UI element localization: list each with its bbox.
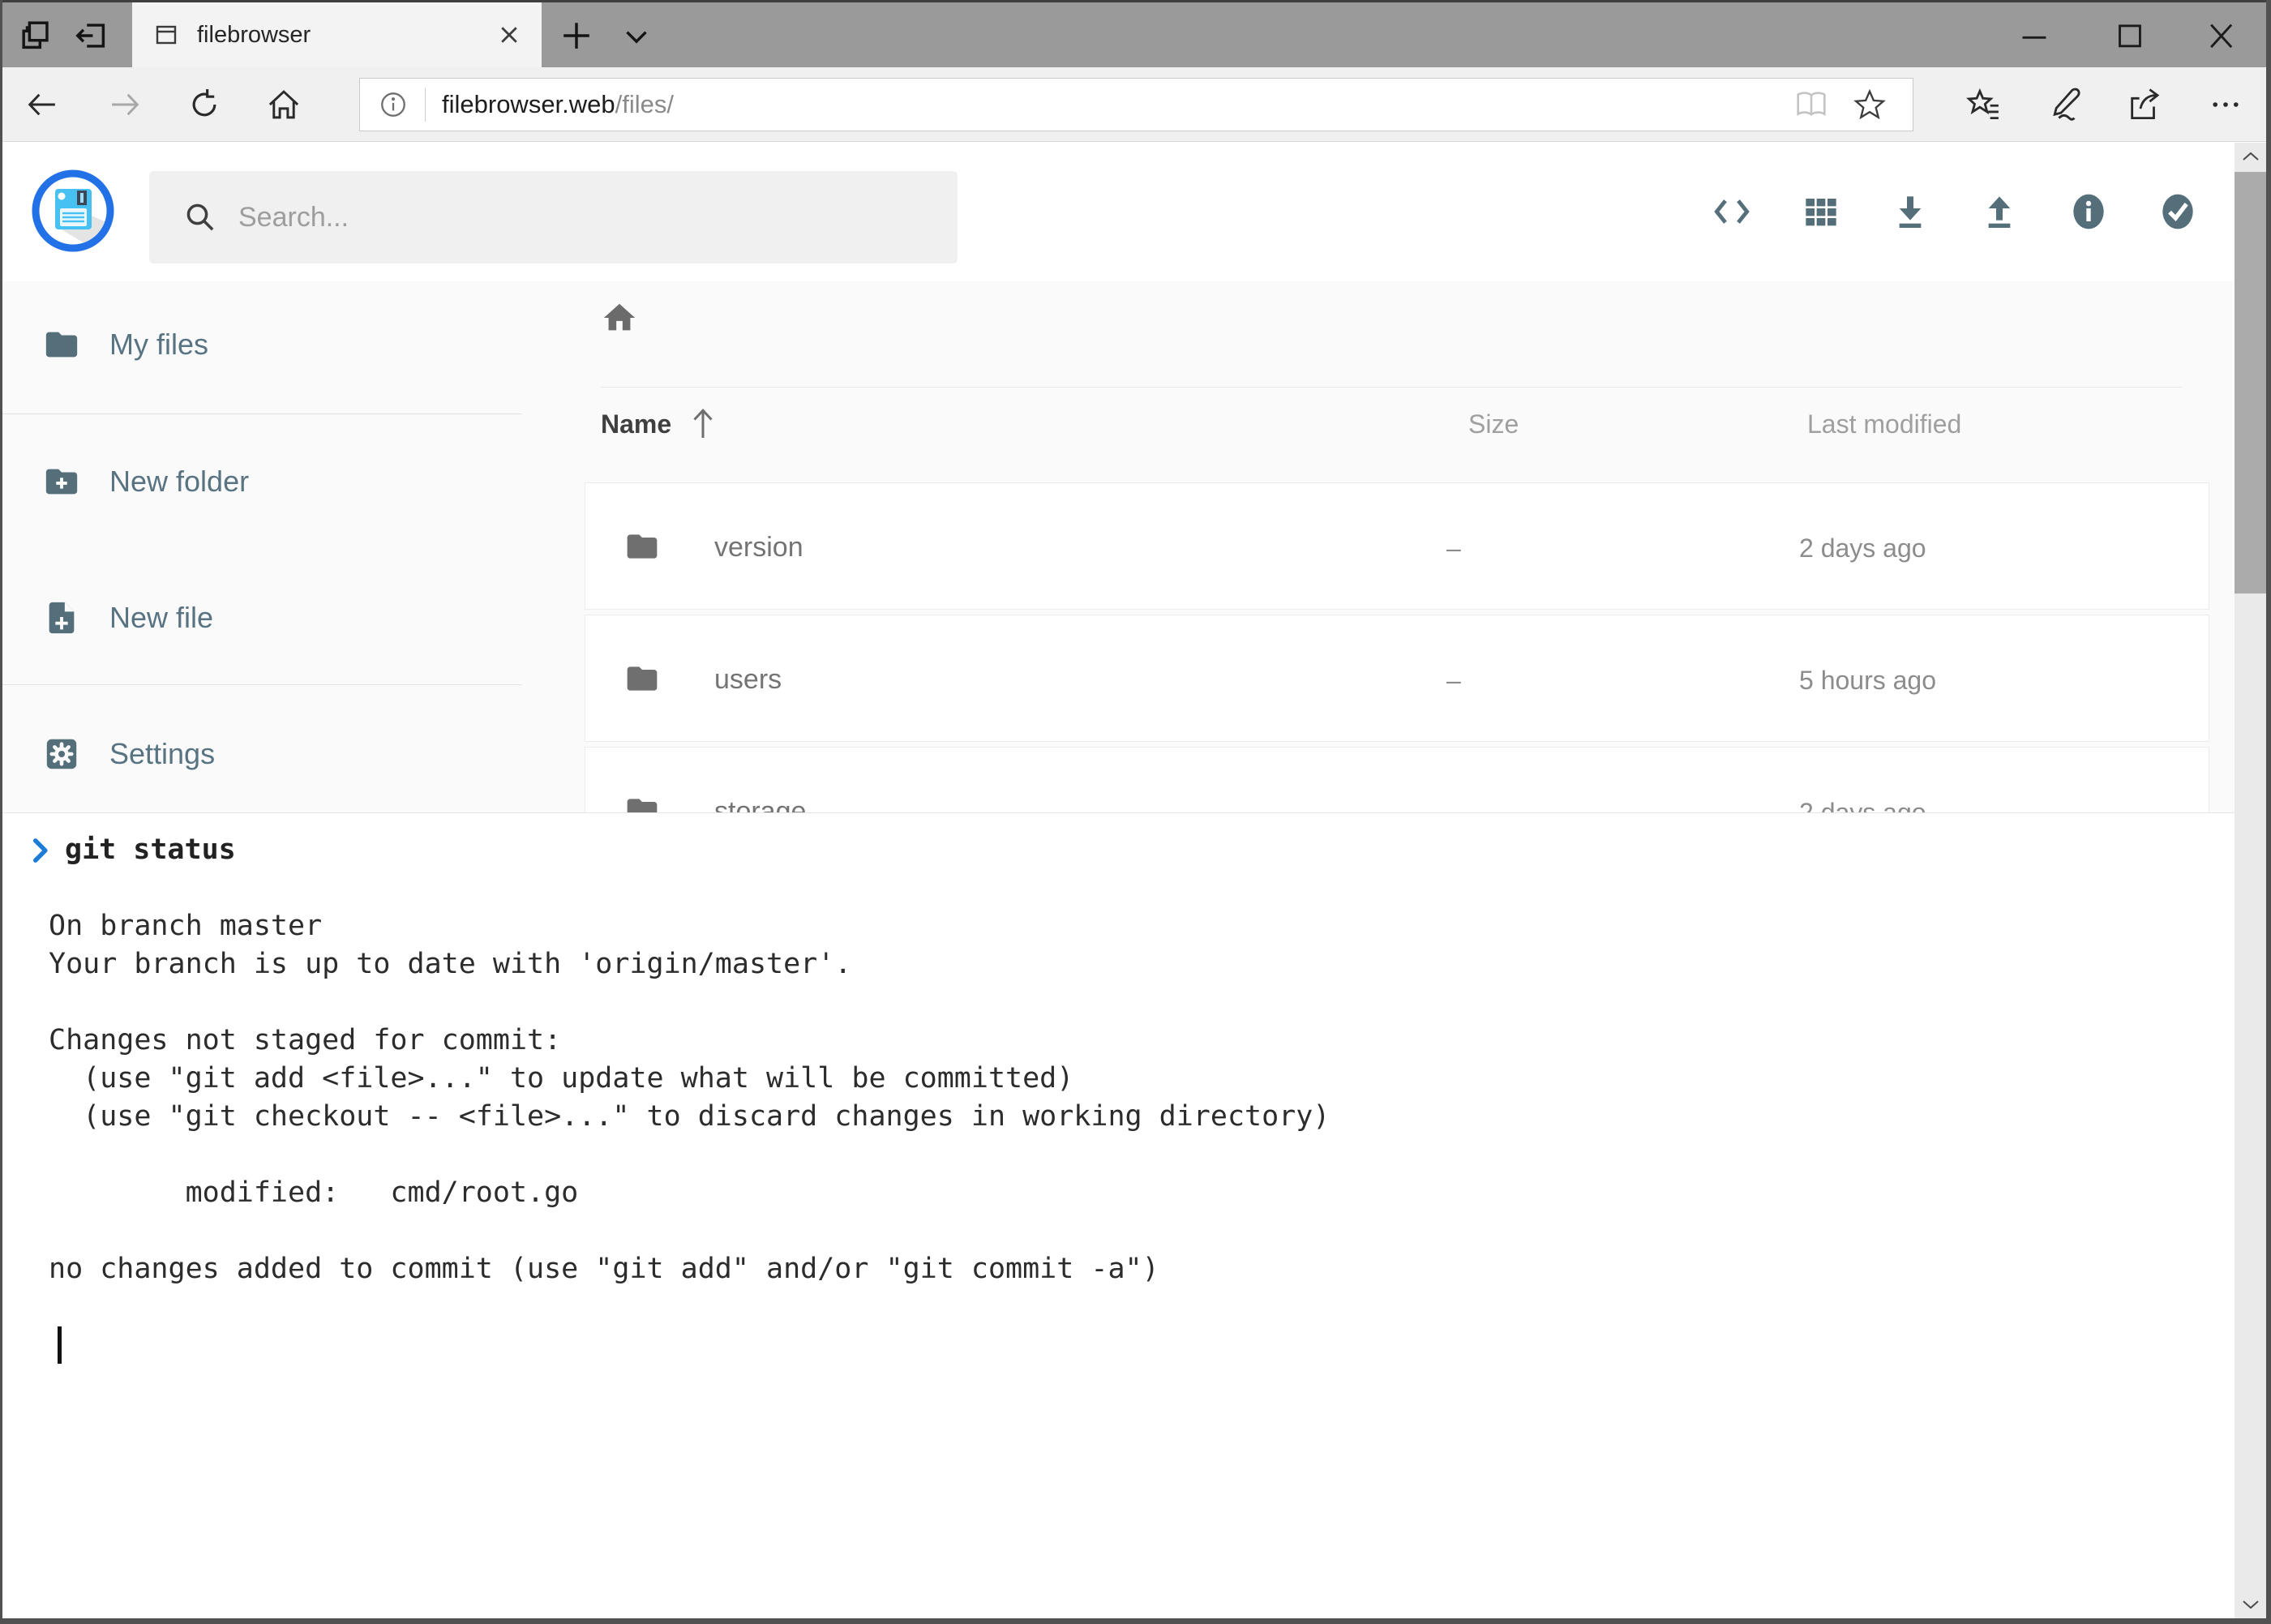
file-row-version[interactable]: version – 2 days ago [585, 482, 2209, 610]
window-border-bottom [0, 1618, 2271, 1624]
file-name: users [714, 664, 782, 696]
site-info-icon[interactable] [378, 89, 409, 120]
sidebar-item-new-folder[interactable]: New folder [2, 445, 522, 518]
sort-ascending-icon[interactable] [688, 406, 718, 440]
header-actions [1712, 142, 2197, 281]
home-icon[interactable] [266, 87, 302, 122]
new-tab-button[interactable] [558, 17, 595, 54]
minimize-button[interactable] [2017, 24, 2051, 49]
breadcrumb-home-icon[interactable] [601, 299, 638, 336]
column-headers: Name Size Last modified [522, 409, 2235, 447]
sidebar-item-my-files[interactable]: My files [2, 308, 522, 381]
sidebar-divider [2, 684, 522, 685]
code-view-icon[interactable] [1712, 192, 1751, 231]
share-icon[interactable] [2126, 86, 2163, 123]
download-icon[interactable] [1891, 192, 1930, 231]
sidebar-item-label: My files [109, 328, 208, 362]
reading-view-icon[interactable] [1794, 88, 1828, 122]
folder-icon [43, 326, 80, 363]
sidebar-item-new-file[interactable]: New file [2, 581, 522, 654]
file-size: – [1446, 666, 1461, 696]
column-name[interactable]: Name [601, 409, 671, 439]
file-size: – [1446, 533, 1461, 563]
url-separator [425, 88, 426, 122]
file-modified: 5 hours ago [1799, 666, 1936, 696]
address-bar: filebrowser.web /files/ [0, 67, 2271, 142]
window-border-left [0, 0, 2, 1624]
grid-view-icon[interactable] [1802, 192, 1840, 231]
sidebar-item-settings[interactable]: Settings [2, 718, 522, 791]
folder-icon [622, 661, 662, 696]
page-scrollbar[interactable] [2235, 143, 2266, 1618]
terminal-prompt-line: git status [31, 831, 2235, 869]
page-favicon-icon [153, 22, 179, 48]
terminal-panel[interactable]: git status On branch master Your branch … [2, 812, 2235, 1618]
settings-more-icon[interactable] [2207, 86, 2244, 123]
window-border-right [2266, 0, 2271, 1624]
file-name: version [714, 532, 803, 563]
tab-close-icon[interactable] [493, 19, 525, 51]
listing-divider [601, 387, 2182, 388]
terminal-command: git status [65, 831, 236, 869]
file-plus-icon [43, 599, 80, 636]
browser-window: filebrowser [0, 0, 2271, 1624]
file-modified: 2 days ago [1799, 533, 1926, 563]
file-row-users[interactable]: users – 5 hours ago [585, 615, 2209, 742]
upload-icon[interactable] [1980, 192, 2019, 231]
sidebar-item-label: New folder [109, 465, 249, 499]
prompt-chevron-icon [31, 837, 52, 864]
tab-list-chevron-icon[interactable] [618, 17, 655, 54]
close-window-button[interactable] [2204, 24, 2238, 49]
search-box[interactable] [149, 171, 958, 264]
filebrowser-header [2, 142, 2235, 281]
maximize-button[interactable] [2111, 24, 2145, 49]
favorites-hub-icon[interactable] [1965, 86, 2003, 123]
column-size[interactable]: Size [1468, 409, 1519, 439]
url-path: /files/ [615, 90, 674, 119]
url-input[interactable]: filebrowser.web /files/ [359, 78, 1913, 131]
tab-bar: filebrowser [0, 0, 2271, 67]
select-check-icon[interactable] [2158, 192, 2197, 231]
set-tabs-aside-icon[interactable] [73, 17, 110, 54]
search-icon [183, 200, 217, 234]
search-input[interactable] [238, 202, 903, 234]
info-icon[interactable] [2069, 192, 2108, 231]
scrollbar-thumb[interactable] [2235, 172, 2266, 593]
tab-preview-icon[interactable] [18, 17, 55, 54]
sidebar-item-label: New file [109, 601, 213, 635]
folder-icon [622, 529, 662, 564]
gear-icon [43, 735, 80, 773]
column-last-modified[interactable]: Last modified [1807, 409, 1961, 439]
tab-title: filebrowser [197, 22, 493, 49]
folder-plus-icon [43, 463, 80, 500]
terminal-cursor [58, 1326, 62, 1364]
scroll-up-icon[interactable] [2235, 143, 2266, 172]
sidebar-item-label: Settings [109, 737, 215, 771]
back-icon[interactable] [24, 87, 60, 122]
favorite-star-icon[interactable] [1853, 88, 1887, 122]
refresh-icon[interactable] [186, 87, 222, 122]
annotate-pen-icon[interactable] [2046, 86, 2084, 123]
scroll-down-icon[interactable] [2235, 1589, 2266, 1618]
browser-tab[interactable]: filebrowser [132, 2, 542, 67]
sidebar-divider [2, 413, 522, 414]
terminal-output: On branch master Your branch is up to da… [31, 869, 2235, 1288]
url-host: filebrowser.web [442, 90, 615, 119]
filebrowser-logo[interactable] [30, 168, 116, 254]
forward-icon[interactable] [107, 87, 143, 122]
